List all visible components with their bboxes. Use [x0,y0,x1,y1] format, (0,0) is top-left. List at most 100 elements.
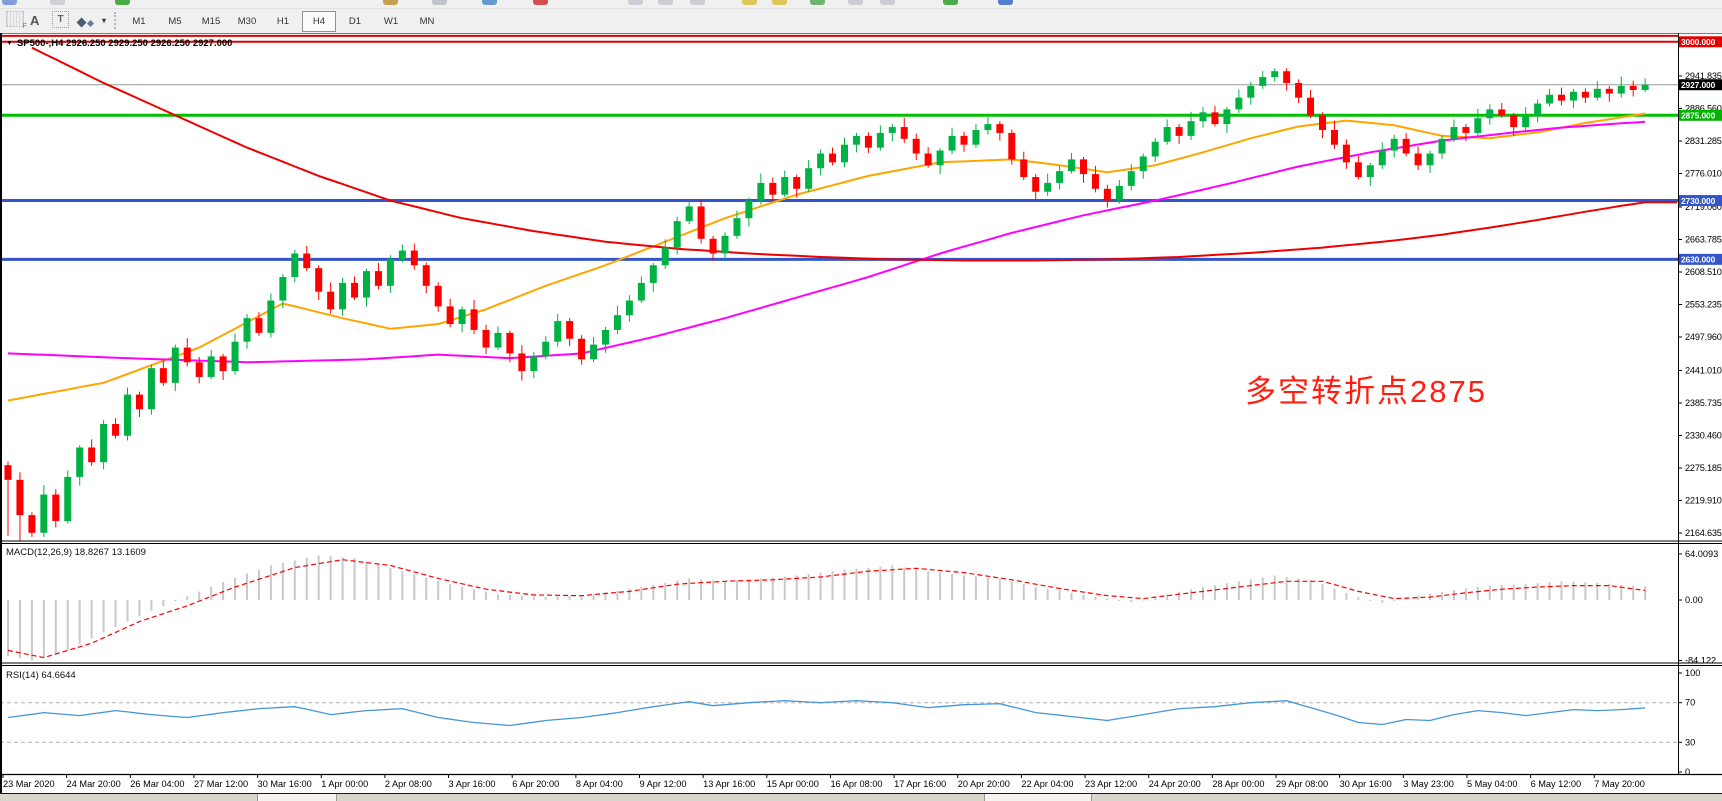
macd-hist-bar [903,567,905,600]
timeframe-h1[interactable]: H1 [266,11,300,32]
macd-hist-bar [473,589,475,600]
time-tick-label: 8 Apr 04:00 [576,779,623,789]
macd-hist-bar [67,600,69,650]
candle-body [1462,127,1469,133]
timeframe-d1[interactable]: D1 [338,11,372,32]
candle-body [1534,104,1541,116]
macd-hist-bar [150,600,152,611]
candle-body [1235,98,1242,110]
timeframe-buttons: M1M5M15M30H1H4D1W1MN [122,10,446,32]
macd-hist-bar [1023,584,1025,600]
macd-hist-bar [688,578,690,600]
timeframe-m30[interactable]: M30 [230,11,264,32]
candle-body [1068,159,1075,171]
macd-hist-bar [808,574,810,600]
candle-body [1223,109,1230,124]
label-a-icon[interactable]: A [30,13,39,31]
arrow-tools-icon[interactable] [78,15,93,33]
macd-hist-bar [1118,600,1120,601]
add-chart-icon[interactable] [115,0,130,5]
macd-hist-bar [1035,587,1037,600]
macd-hist-bar [1572,582,1574,600]
timeframe-m1[interactable]: M1 [122,11,156,32]
candle-body [244,318,251,342]
timeframe-mn[interactable]: MN [410,11,444,32]
rsi-tick-label: 0 [1685,767,1690,777]
candle-body [124,395,131,436]
help-icon[interactable] [998,0,1013,5]
candle-body [1415,154,1422,166]
candle-body [506,333,513,354]
chart-shift-icon[interactable] [880,0,895,5]
line-chart-icon[interactable] [690,0,705,5]
search-icon[interactable] [50,0,65,5]
candle-body [781,177,788,195]
candle-body [769,183,776,195]
macd-hist-bar [915,569,917,600]
candle-body [1570,92,1577,101]
chart-tab[interactable] [257,794,337,801]
price-tick-label: 2441.010 [1685,365,1722,375]
candle-body [518,353,525,371]
new-order-icon[interactable] [383,0,398,5]
candle-body [1439,139,1446,154]
timeframe-m15[interactable]: M15 [194,11,228,32]
chart-tabs-strip[interactable] [0,793,1722,801]
candle-body [255,318,262,333]
timeframe-h4[interactable]: H4 [302,11,336,32]
macd-hist-bar [951,574,953,600]
candle-body [877,133,884,148]
text-box-icon[interactable]: T [52,11,69,28]
candle-chart-icon[interactable] [658,0,673,5]
candle-body [40,495,47,533]
candle-body [638,283,645,301]
candle-body [435,286,442,307]
chart-tab[interactable] [984,794,1092,801]
candle-body [1582,92,1589,98]
macd-hist-bar [1453,590,1455,600]
print-icon[interactable] [432,0,447,5]
add-indicator-icon[interactable] [943,0,958,5]
chart-dropdown-arrow[interactable]: ▼ [6,40,13,47]
candle-body [112,424,119,436]
chart-window-icon[interactable] [2,0,17,5]
macd-hist-bar [425,578,427,600]
candle-body [566,321,573,339]
grid-f-label: F [23,23,27,30]
zoom-out-icon[interactable] [772,0,787,5]
macd-hist-bar [1393,600,1395,601]
macd-hist-bar [1369,600,1371,601]
macd-hist-bar [1142,600,1144,601]
tile-windows-icon[interactable] [810,0,825,5]
zoom-in-icon[interactable] [742,0,757,5]
bar-chart-icon[interactable] [628,0,643,5]
ma-mid-magenta [8,122,1645,362]
candle-body [530,356,537,371]
macd-hist-bar [258,570,260,600]
time-tick-label: 23 Mar 2020 [3,779,55,789]
diamond-small-icon [87,20,94,27]
auto-scroll-icon[interactable] [848,0,863,5]
candle-body [1092,174,1099,189]
candle-body [1474,118,1481,133]
macd-hist-bar [1489,586,1491,600]
stop-icon[interactable] [533,0,548,5]
macd-hist-bar [832,571,834,600]
candle-body [1104,189,1111,201]
macd-hist-bar [1537,583,1539,600]
macd-hist-bar [1441,592,1443,600]
candle-body [1164,127,1171,142]
macd-hist-bar [1286,577,1288,600]
candle-body [1594,89,1601,98]
timeframe-m5[interactable]: M5 [158,11,192,32]
cursor-grid-icon[interactable]: F [6,11,24,27]
price-tick-label: 2164.635 [1685,528,1722,538]
candle-body [16,480,23,515]
time-tick-label: 13 Apr 16:00 [703,779,755,789]
timeframe-w1[interactable]: W1 [374,11,408,32]
arrow-tools-dropdown[interactable]: ▾ [102,16,106,34]
candle-body [1056,171,1063,183]
candle-body [1116,186,1123,201]
macd-hist-bar [1417,596,1419,600]
refresh-icon[interactable] [482,0,497,5]
